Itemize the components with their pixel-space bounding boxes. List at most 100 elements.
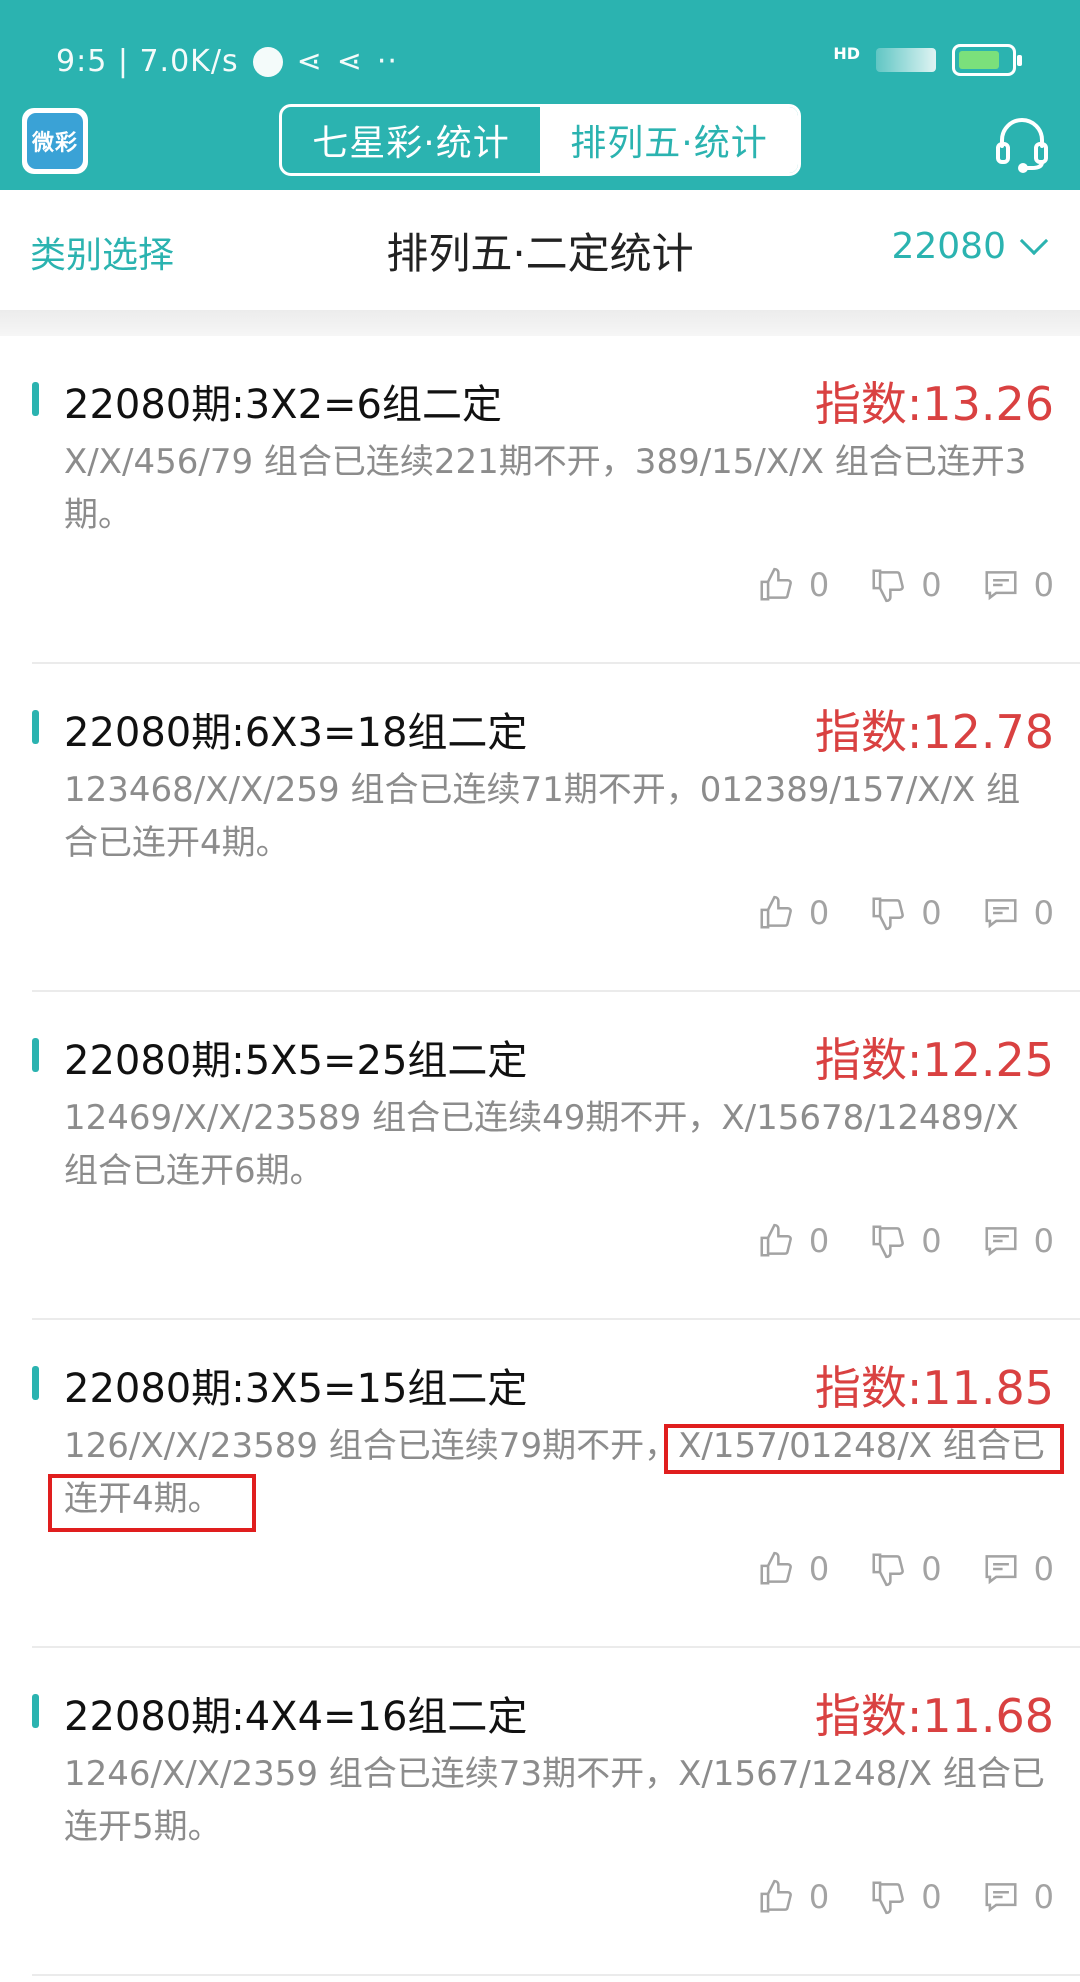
status-bar: 9:5 | 7.0K/s ⋖ ⋖ ·· HD bbox=[0, 0, 1080, 110]
item-title: 22080期:6X3=18组二定 bbox=[64, 710, 528, 756]
status-text: 9:5 | 7.0K/s bbox=[56, 44, 239, 79]
comment-count: 0 bbox=[1033, 1878, 1054, 1916]
logo-text: 微彩 bbox=[27, 113, 83, 169]
dislike-count: 0 bbox=[921, 566, 942, 604]
dislike-count: 0 bbox=[921, 1222, 942, 1260]
item-title: 22080期:4X4=16组二定 bbox=[64, 1694, 528, 1740]
dislike-button[interactable]: 0 bbox=[869, 1878, 942, 1916]
dislike-count: 0 bbox=[921, 1550, 942, 1588]
stats-list: 22080期:3X2=6组二定 指数:13.26 X/X/456/79 组合已连… bbox=[0, 336, 1080, 1976]
highlight-box bbox=[664, 1424, 1064, 1474]
divider bbox=[0, 310, 1080, 336]
chevron-down-icon bbox=[1019, 226, 1049, 255]
hd-label: HD bbox=[833, 43, 860, 63]
comment-button[interactable]: 0 bbox=[982, 566, 1054, 604]
comment-icon bbox=[985, 899, 1017, 929]
comment-icon bbox=[985, 1883, 1017, 1913]
item-index: 指数:13.26 bbox=[814, 377, 1054, 431]
like-button[interactable]: 0 bbox=[757, 1878, 829, 1916]
item-description: X/X/456/79 组合已连续221期不开，389/15/X/X 组合已连开3… bbox=[64, 442, 1027, 535]
item-title: 22080期:5X5=25组二定 bbox=[64, 1038, 528, 1084]
list-item[interactable]: 22080期:4X4=16组二定 指数:11.68 1246/X/X/2359 … bbox=[32, 1648, 1080, 1976]
accent-bar bbox=[32, 1038, 39, 1072]
status-right: HD bbox=[833, 43, 1022, 76]
item-actions: 0 0 0 bbox=[757, 1878, 1054, 1916]
item-actions: 0 0 0 bbox=[757, 1222, 1054, 1260]
like-button[interactable]: 0 bbox=[757, 1222, 829, 1260]
item-index: 指数:11.85 bbox=[814, 1361, 1054, 1415]
like-count: 0 bbox=[808, 1550, 830, 1588]
list-item[interactable]: 22080期:3X5=15组二定 指数:11.85 126/X/X/23589 … bbox=[32, 1320, 1080, 1648]
battery-icon bbox=[952, 44, 1022, 76]
like-count: 0 bbox=[808, 1222, 830, 1260]
dislike-button[interactable]: 0 bbox=[869, 1222, 942, 1260]
thumbs-up-icon bbox=[760, 1879, 792, 1913]
share-icon: ⋖ bbox=[296, 44, 323, 79]
item-index: 指数:12.78 bbox=[814, 705, 1054, 759]
like-button[interactable]: 0 bbox=[757, 566, 829, 604]
item-actions: 0 0 0 bbox=[757, 894, 1054, 932]
item-title: 22080期:3X5=15组二定 bbox=[64, 1366, 528, 1412]
item-index: 指数:12.25 bbox=[814, 1033, 1054, 1087]
item-actions: 0 0 0 bbox=[757, 1550, 1054, 1588]
comment-count: 0 bbox=[1033, 1550, 1054, 1588]
accent-bar bbox=[32, 1694, 39, 1728]
dislike-button[interactable]: 0 bbox=[869, 1550, 942, 1588]
lottery-tab-switch: 七星彩·统计 排列五·统计 bbox=[279, 104, 801, 176]
comment-count: 0 bbox=[1033, 566, 1054, 604]
thumbs-up-icon bbox=[760, 567, 792, 601]
share-icon: ⋖ bbox=[336, 44, 363, 79]
like-count: 0 bbox=[808, 1878, 830, 1916]
like-button[interactable]: 0 bbox=[757, 1550, 829, 1588]
accent-bar bbox=[32, 382, 39, 416]
thumbs-down-icon bbox=[872, 1881, 905, 1915]
app-header: 9:5 | 7.0K/s ⋖ ⋖ ·· HD 微彩 七星彩·统计 排列五·统计 bbox=[0, 0, 1080, 190]
highlight-box bbox=[48, 1474, 256, 1532]
thumbs-down-icon bbox=[872, 569, 905, 603]
list-item[interactable]: 22080期:5X5=25组二定 指数:12.25 12469/X/X/2358… bbox=[32, 992, 1080, 1320]
comment-icon bbox=[985, 1555, 1017, 1585]
thumbs-down-icon bbox=[872, 897, 905, 931]
item-description: 123468/X/X/259 组合已连续71期不开，012389/157/X/X… bbox=[64, 770, 1021, 863]
dislike-count: 0 bbox=[921, 894, 942, 932]
item-title: 22080期:3X2=6组二定 bbox=[64, 382, 502, 428]
thumbs-down-icon bbox=[872, 1225, 905, 1259]
dislike-button[interactable]: 0 bbox=[869, 894, 942, 932]
thumbs-up-icon bbox=[760, 1551, 792, 1585]
thumbs-up-icon bbox=[760, 1223, 792, 1257]
comment-icon bbox=[985, 1227, 1017, 1257]
customer-service-icon[interactable] bbox=[990, 110, 1054, 174]
comment-count: 0 bbox=[1033, 1222, 1054, 1260]
period-value: 22080 bbox=[891, 226, 1006, 267]
thumbs-down-icon bbox=[872, 1553, 905, 1587]
accent-bar bbox=[32, 710, 39, 744]
like-button[interactable]: 0 bbox=[757, 894, 829, 932]
dislike-button[interactable]: 0 bbox=[869, 566, 942, 604]
like-count: 0 bbox=[808, 566, 830, 604]
more-dots-icon: ·· bbox=[376, 44, 398, 79]
app-logo[interactable]: 微彩 bbox=[22, 108, 88, 174]
list-item[interactable]: 22080期:6X3=18组二定 指数:12.78 123468/X/X/259… bbox=[32, 664, 1080, 992]
comment-button[interactable]: 0 bbox=[982, 894, 1054, 932]
comment-button[interactable]: 0 bbox=[982, 1222, 1054, 1260]
signal-icon bbox=[876, 48, 936, 72]
list-item[interactable]: 22080期:3X2=6组二定 指数:13.26 X/X/456/79 组合已连… bbox=[32, 336, 1080, 664]
like-count: 0 bbox=[808, 894, 830, 932]
comment-button[interactable]: 0 bbox=[982, 1550, 1054, 1588]
comment-count: 0 bbox=[1033, 894, 1054, 932]
tab-pailiewu[interactable]: 排列五·统计 bbox=[540, 107, 798, 173]
item-description: 12469/X/X/23589 组合已连续49期不开，X/15678/12489… bbox=[64, 1098, 1019, 1191]
app-notification-icon bbox=[252, 46, 283, 77]
item-description: 1246/X/X/2359 组合已连续73期不开，X/1567/1248/X 组… bbox=[64, 1754, 1045, 1847]
tab-qixingcai[interactable]: 七星彩·统计 bbox=[282, 107, 540, 173]
item-actions: 0 0 0 bbox=[757, 566, 1054, 604]
thumbs-up-icon bbox=[760, 895, 792, 929]
item-index: 指数:11.68 bbox=[814, 1689, 1054, 1743]
comment-icon bbox=[985, 571, 1017, 601]
sub-header: 类别选择 排列五·二定统计 22080 bbox=[0, 190, 1080, 310]
period-select[interactable]: 22080 bbox=[891, 226, 1049, 267]
dislike-count: 0 bbox=[921, 1878, 942, 1916]
comment-button[interactable]: 0 bbox=[982, 1878, 1054, 1916]
accent-bar bbox=[32, 1366, 39, 1400]
status-left: 9:5 | 7.0K/s ⋖ ⋖ ·· bbox=[56, 44, 398, 79]
